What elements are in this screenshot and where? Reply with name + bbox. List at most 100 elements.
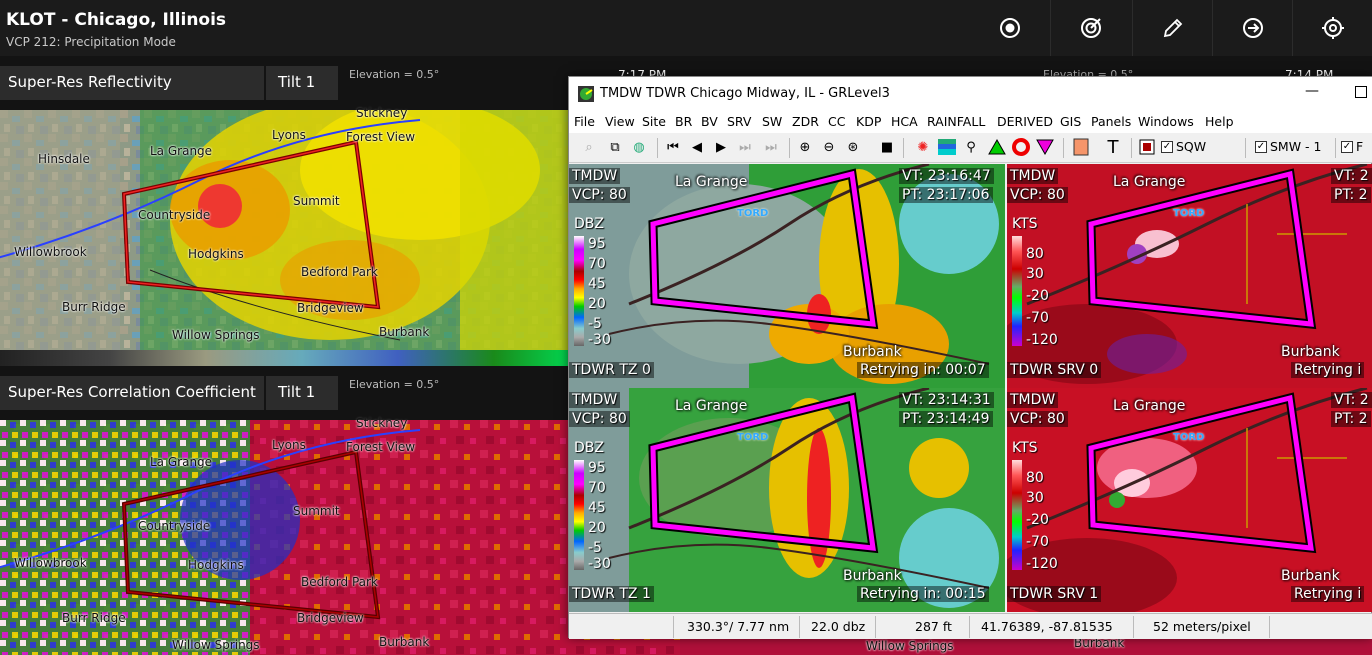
pane-tdwr-tz-1[interactable]: TMDW VCP: 80 VT: 23:14:31 PT: 23:14:49 L…: [569, 388, 1005, 612]
menu-hca[interactable]: HCA: [891, 114, 918, 129]
toolbar-separator: [903, 138, 904, 158]
draw-button[interactable]: [1132, 0, 1212, 56]
hurricane-icon[interactable]: ✺: [913, 137, 933, 157]
pane-tdwr-srv-0[interactable]: TMDW VCP: 80 VT: 2 PT: 2 La Grange Burba…: [1007, 164, 1372, 388]
map-label-burbank: Burbank: [379, 325, 430, 339]
pane-place-bottom: Burbank: [1281, 344, 1340, 360]
menu-br[interactable]: BR: [675, 114, 692, 129]
menu-file[interactable]: File: [574, 114, 595, 129]
map-label-bridgeview: Bridgeview: [297, 611, 364, 625]
step-forward-icon[interactable]: ⏭: [735, 137, 755, 157]
menu-sw[interactable]: SW: [762, 114, 782, 129]
elevation-label: Elevation = 0.5°: [349, 378, 440, 391]
pane-tdwr-srv-1[interactable]: TMDW VCP: 80 VT: 2 PT: 2 La Grange Burba…: [1007, 388, 1372, 612]
color-table-icon[interactable]: [937, 137, 957, 157]
legend-tick: -5: [588, 540, 602, 556]
warning-box-icon[interactable]: [1137, 137, 1157, 157]
exit-button[interactable]: [1212, 0, 1292, 56]
tornado-marker[interactable]: TORD: [737, 208, 768, 219]
last-frame-icon[interactable]: ⏭: [761, 137, 781, 157]
toolbar-separator: [1245, 138, 1246, 158]
menu-gis[interactable]: GIS: [1060, 114, 1081, 129]
tilt-selector[interactable]: Tilt 1: [266, 376, 338, 410]
checkbox-f-icon: ✓: [1341, 140, 1353, 153]
menu-kdp[interactable]: KDP: [856, 114, 881, 129]
dbz-legend: DBZ 95 70 45 20 -5 -30: [572, 216, 628, 350]
menu-cc[interactable]: CC: [828, 114, 845, 129]
map-label-countryside: Countryside: [138, 519, 211, 533]
minimize-button[interactable]: —: [1305, 83, 1319, 99]
toggle-smw-label: SMW - 1: [1270, 139, 1322, 154]
product-selector[interactable]: Super-Res Reflectivity: [0, 66, 264, 100]
play-icon[interactable]: ▶: [711, 137, 731, 157]
toolbar-separator: [1063, 138, 1064, 158]
zoom-out-icon[interactable]: ⊖: [819, 137, 839, 157]
map-label-lyons: Lyons: [272, 128, 306, 142]
menu-site[interactable]: Site: [642, 114, 666, 129]
zoom-reset-icon[interactable]: ⊛: [843, 137, 863, 157]
maximize-button[interactable]: [1355, 86, 1367, 98]
menu-bv[interactable]: BV: [701, 114, 718, 129]
copy-icon[interactable]: ⧉: [605, 137, 625, 157]
circle-marker-icon[interactable]: [1011, 137, 1031, 157]
menu-rainfall[interactable]: RAINFALL: [927, 114, 985, 129]
menu-panels[interactable]: Panels: [1091, 114, 1131, 129]
menu-srv[interactable]: SRV: [727, 114, 752, 129]
map-label-willow-springs-right: Willow Springs: [866, 639, 954, 653]
globe-icon[interactable]: ◍: [629, 137, 649, 157]
zoom-in-icon[interactable]: ⊕: [795, 137, 815, 157]
record-icon: [1000, 18, 1020, 38]
pin-icon[interactable]: ⚲: [961, 137, 981, 157]
tornado-marker[interactable]: TORD: [1173, 432, 1204, 443]
radar-app-icon: [578, 86, 594, 102]
legend-tick: -5: [588, 316, 602, 332]
pane-site: TMDW: [569, 168, 621, 184]
product-selector[interactable]: Super-Res Correlation Coefficient: [0, 376, 264, 410]
pane-vcp: VCP: 80: [569, 411, 630, 427]
exit-icon: [1242, 18, 1263, 38]
triangle-icon[interactable]: [987, 137, 1007, 157]
radar-target-button[interactable]: [1050, 0, 1130, 56]
toggle-smw[interactable]: ✓ SMW - 1: [1255, 139, 1322, 154]
fill-color-icon[interactable]: [1071, 137, 1091, 157]
down-triangle-icon[interactable]: [1035, 137, 1055, 157]
toolbar-separator: [1131, 138, 1132, 158]
map-label-willowbrook: Willowbrook: [14, 245, 87, 259]
menu-help[interactable]: Help: [1205, 114, 1234, 129]
menu-windows[interactable]: Windows: [1138, 114, 1194, 129]
step-back-icon[interactable]: ◀: [687, 137, 707, 157]
app-subtitle: VCP 212: Precipitation Mode: [6, 35, 176, 49]
text-tool-icon[interactable]: T: [1103, 137, 1123, 158]
toggle-f[interactable]: ✓ F: [1341, 139, 1363, 154]
location-button[interactable]: [1292, 0, 1372, 56]
app-title: KLOT - Chicago, Illinois: [6, 10, 227, 30]
first-frame-icon[interactable]: ⏮: [663, 137, 683, 157]
stop-icon[interactable]: ■: [877, 137, 897, 157]
menu-view[interactable]: View: [605, 114, 635, 129]
pane-tdwr-tz-0[interactable]: TMDW VCP: 80 VT: 23:16:47 PT: 23:17:06 L…: [569, 164, 1005, 388]
pane-place-top: La Grange: [1113, 174, 1186, 190]
checkbox-sqw-icon: ✓: [1161, 140, 1173, 153]
tornado-marker[interactable]: TORD: [737, 432, 768, 443]
legend-tick: 70: [588, 480, 606, 496]
pane-vt: VT: 23:16:47: [899, 168, 994, 184]
zoom-tool-icon[interactable]: ⌕: [579, 137, 599, 157]
record-button[interactable]: [970, 0, 1050, 56]
tilt-selector[interactable]: Tilt 1: [266, 66, 338, 100]
menu-derived[interactable]: DERIVED: [997, 114, 1053, 129]
menu-zdr[interactable]: ZDR: [792, 114, 819, 129]
toggle-sqw[interactable]: ✓ SQW: [1161, 139, 1206, 154]
pane-name: TDWR SRV 1: [1007, 586, 1102, 602]
legend-unit: KTS: [1012, 440, 1038, 456]
pane-vcp: VCP: 80: [569, 187, 630, 203]
toggle-sqw-label: SQW: [1176, 139, 1207, 154]
map-label-summit: Summit: [293, 194, 340, 208]
elevation-label: Elevation = 0.5°: [349, 68, 440, 81]
tornado-marker[interactable]: TORD: [1173, 208, 1204, 219]
pane-pt: PT: 23:17:06: [899, 187, 993, 203]
legend-tick: 45: [588, 500, 606, 516]
pane-name: TDWR TZ 1: [569, 586, 654, 602]
pane-place-bottom: Burbank: [843, 568, 902, 584]
legend-tick: 95: [588, 460, 606, 476]
window-title-bar[interactable]: TMDW TDWR Chicago Midway, IL - GRLevel3 …: [569, 77, 1372, 111]
